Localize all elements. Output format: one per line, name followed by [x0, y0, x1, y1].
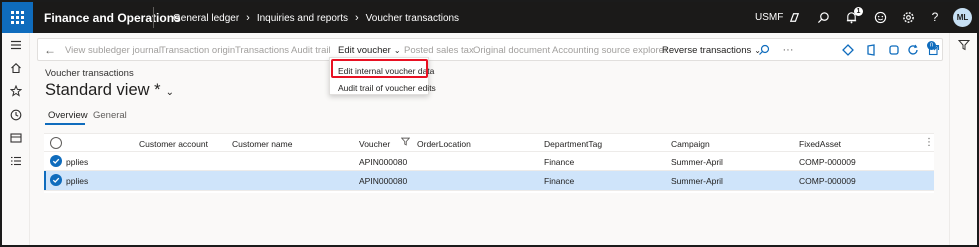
- transaction-origin-button[interactable]: Transaction origin: [160, 45, 235, 56]
- office-icon[interactable]: [864, 43, 878, 57]
- chevron-down-icon: ⌄: [393, 46, 401, 55]
- transactions-button[interactable]: Transactions: [235, 45, 289, 56]
- cell-campaign: Summer-April: [671, 157, 723, 167]
- refresh-icon[interactable]: [906, 43, 920, 57]
- view-selector[interactable]: Standard view * ⌄: [45, 81, 174, 100]
- breadcrumb-general-ledger[interactable]: General ledger: [173, 13, 239, 24]
- search-icon[interactable]: [816, 10, 830, 24]
- column-customer-account[interactable]: Customer account: [139, 139, 208, 149]
- home-icon[interactable]: [9, 61, 23, 75]
- cell-fixed-asset: COMP-000009: [799, 176, 856, 186]
- filter-icon[interactable]: [957, 38, 971, 52]
- copilot-icon[interactable]: [787, 10, 801, 24]
- smiley-icon[interactable]: [873, 10, 887, 24]
- column-campaign[interactable]: Campaign: [671, 139, 710, 149]
- filter-icon[interactable]: [400, 137, 411, 148]
- breadcrumb: General ledger › Inquiries and reports ›…: [173, 12, 459, 24]
- star-icon[interactable]: [9, 84, 23, 98]
- left-navigation: [2, 33, 30, 245]
- notification-badge: 1: [854, 7, 863, 16]
- back-arrow-icon[interactable]: ←: [44, 43, 56, 57]
- view-title: Standard view *: [45, 81, 161, 99]
- chevron-right-icon: ›: [355, 12, 359, 24]
- breadcrumb-voucher-transactions[interactable]: Voucher transactions: [366, 13, 459, 24]
- company-picker[interactable]: USMF: [755, 12, 783, 23]
- posted-sales-tax-button[interactable]: Posted sales tax: [404, 45, 474, 56]
- clock-icon[interactable]: [9, 108, 23, 122]
- more-options-icon[interactable]: ···: [781, 43, 795, 57]
- cell-department: Finance: [544, 176, 575, 186]
- view-subledger-journal-button[interactable]: View subledger journal: [65, 45, 161, 56]
- column-options-icon[interactable]: ⋮: [924, 137, 934, 148]
- column-department-tag[interactable]: DepartmentTag: [544, 139, 602, 149]
- selected-tab-indicator: [45, 123, 85, 125]
- cell-first: pplies: [66, 157, 89, 167]
- voucher-grid: Customer account Customer name Voucher O…: [44, 133, 934, 193]
- row-selected-checkbox[interactable]: [50, 155, 62, 167]
- accounting-source-explorer-button[interactable]: Accounting source explorer: [552, 45, 667, 56]
- app-title[interactable]: Finance and Operations: [44, 11, 181, 25]
- power-apps-icon[interactable]: [841, 43, 855, 57]
- app-frame: Finance and Operations General ledger › …: [0, 0, 979, 247]
- search-icon[interactable]: [757, 43, 771, 57]
- action-pane: ← View subledger journal Transaction ori…: [37, 38, 943, 61]
- divider: [153, 7, 154, 28]
- row-selected-checkbox[interactable]: [50, 174, 62, 186]
- reverse-transactions-label: Reverse transactions: [662, 45, 752, 56]
- table-row[interactable]: pplies APIN000080 Finance Summer-April C…: [44, 152, 934, 171]
- modules-icon[interactable]: [9, 131, 23, 145]
- list-icon[interactable]: [9, 154, 23, 168]
- cell-campaign: Summer-April: [671, 176, 723, 186]
- table-row[interactable]: pplies APIN000080 Finance Summer-April C…: [44, 171, 934, 191]
- app-launcher-icon[interactable]: [2, 2, 33, 33]
- right-pane: [949, 33, 977, 245]
- page-caption: Voucher transactions: [45, 68, 134, 79]
- reverse-transactions-menu-button[interactable]: Reverse transactions ⌄: [662, 45, 761, 56]
- help-icon[interactable]: ?: [928, 10, 942, 24]
- attachment-icon[interactable]: [887, 43, 901, 57]
- gear-icon[interactable]: [901, 10, 915, 24]
- column-order-location[interactable]: OrderLocation: [417, 139, 471, 149]
- tab-general[interactable]: General: [93, 110, 127, 121]
- highlight-box: [331, 59, 428, 78]
- avatar[interactable]: ML: [953, 8, 972, 27]
- cell-voucher[interactable]: APIN000080: [359, 157, 407, 167]
- cell-voucher[interactable]: APIN000080: [359, 176, 407, 186]
- edit-voucher-menu-button[interactable]: Edit voucher ⌄: [338, 45, 401, 56]
- top-bar: Finance and Operations General ledger › …: [2, 2, 977, 33]
- audit-trail-button[interactable]: Audit trail: [291, 45, 331, 56]
- cell-department: Finance: [544, 157, 575, 167]
- tab-overview[interactable]: Overview: [48, 110, 88, 121]
- edit-voucher-label: Edit voucher: [338, 45, 391, 56]
- cell-fixed-asset: COMP-000009: [799, 157, 856, 167]
- chevron-down-icon: ⌄: [165, 87, 174, 98]
- menu-item-audit-trail-voucher-edits[interactable]: Audit trail of voucher edits: [338, 83, 436, 93]
- breadcrumb-inquiries-reports[interactable]: Inquiries and reports: [257, 13, 348, 24]
- select-all-checkbox[interactable]: [50, 137, 62, 149]
- column-fixed-asset[interactable]: FixedAsset: [799, 139, 841, 149]
- open-new-window-icon[interactable]: [927, 43, 941, 57]
- original-document-button[interactable]: Original document: [473, 45, 550, 56]
- cell-first: pplies: [66, 176, 89, 186]
- column-customer-name[interactable]: Customer name: [232, 139, 292, 149]
- grid-header: Customer account Customer name Voucher O…: [44, 133, 934, 152]
- column-voucher[interactable]: Voucher: [359, 139, 390, 149]
- hamburger-icon[interactable]: [9, 38, 23, 52]
- chevron-right-icon: ›: [246, 12, 250, 24]
- active-row-indicator: [44, 171, 46, 190]
